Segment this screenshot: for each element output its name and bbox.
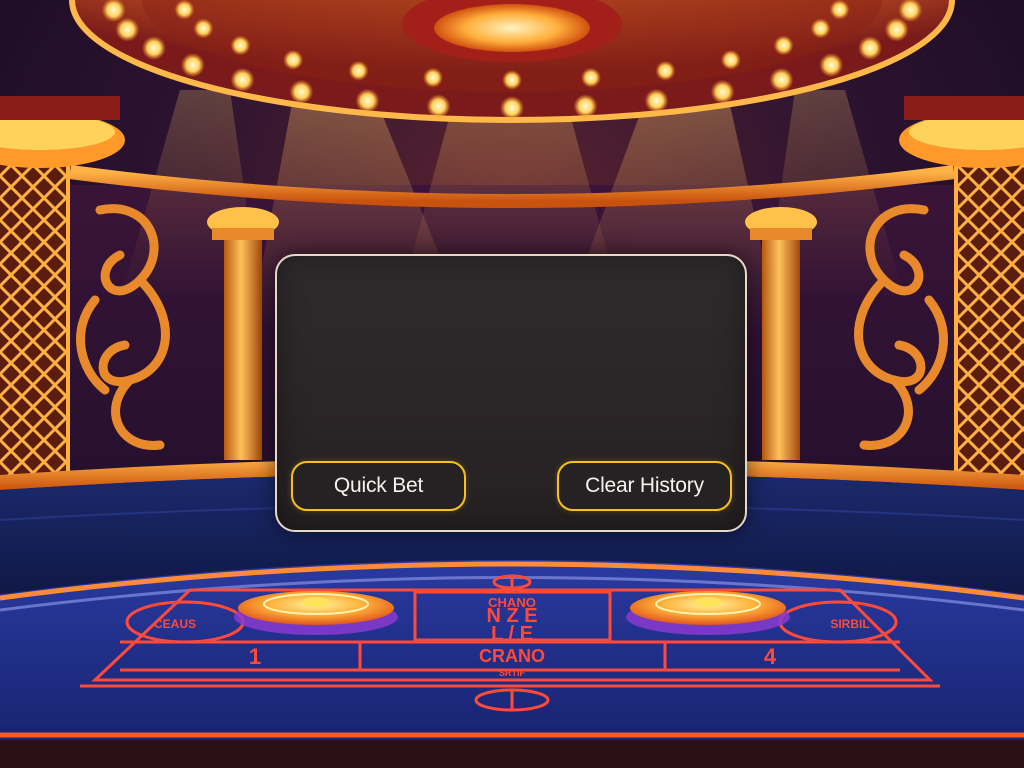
ceiling-bulb: [423, 67, 443, 88]
ceiling-bulb: [230, 67, 255, 92]
ceiling-bulb: [884, 17, 909, 42]
ceiling-bulb: [289, 79, 314, 104]
table-oval-left-text: CEAUS: [154, 617, 196, 631]
ceiling-bulb: [193, 18, 214, 39]
ceiling-bulb: [858, 36, 883, 61]
ceiling-bulb: [500, 96, 524, 120]
ceiling-bulb: [644, 88, 669, 113]
ceiling-bulb: [581, 67, 601, 88]
ceiling-bulb: [355, 88, 380, 113]
quick-bet-button[interactable]: Quick Bet: [291, 461, 466, 511]
ceiling-bulb: [819, 53, 844, 78]
table-label-big-2: L / E: [491, 623, 533, 645]
ceiling-bulb: [502, 70, 522, 90]
table-label-small: SRTIF: [499, 668, 526, 678]
ceiling-bulb: [283, 49, 304, 70]
chip-left[interactable]: [234, 591, 398, 635]
ceiling-bulb: [655, 60, 676, 81]
ceiling-bulb: [720, 49, 741, 70]
ceiling-bulb: [810, 18, 831, 39]
table-oval-right-text: SIRBIL: [830, 617, 869, 631]
ceiling-bulb: [769, 67, 794, 92]
ceiling-bulb: [141, 36, 166, 61]
ceiling-bulb: [573, 94, 598, 119]
ceiling-bulb: [710, 79, 735, 104]
clear-history-button[interactable]: Clear History: [557, 461, 732, 511]
bet-panel: Quick Bet Clear History: [275, 254, 747, 532]
ceiling-bulb: [174, 0, 195, 20]
ceiling-bulb: [115, 17, 140, 42]
ceiling-bulb: [180, 53, 205, 78]
ceiling-bulb: [773, 35, 794, 56]
table-label-bottom: CRANO: [479, 646, 545, 666]
chip-right[interactable]: [626, 591, 790, 635]
ceiling-bulb: [829, 0, 850, 20]
table-number-right: 4: [764, 644, 777, 669]
ceiling-bulb: [348, 60, 369, 81]
table-number-left: 1: [249, 644, 261, 669]
ceiling-bulb: [230, 35, 251, 56]
ceiling-bulb: [426, 94, 451, 119]
game-stage: CHANO N Z E L / E CRANO SRTIF 1 4 CEAUS …: [0, 0, 1024, 768]
